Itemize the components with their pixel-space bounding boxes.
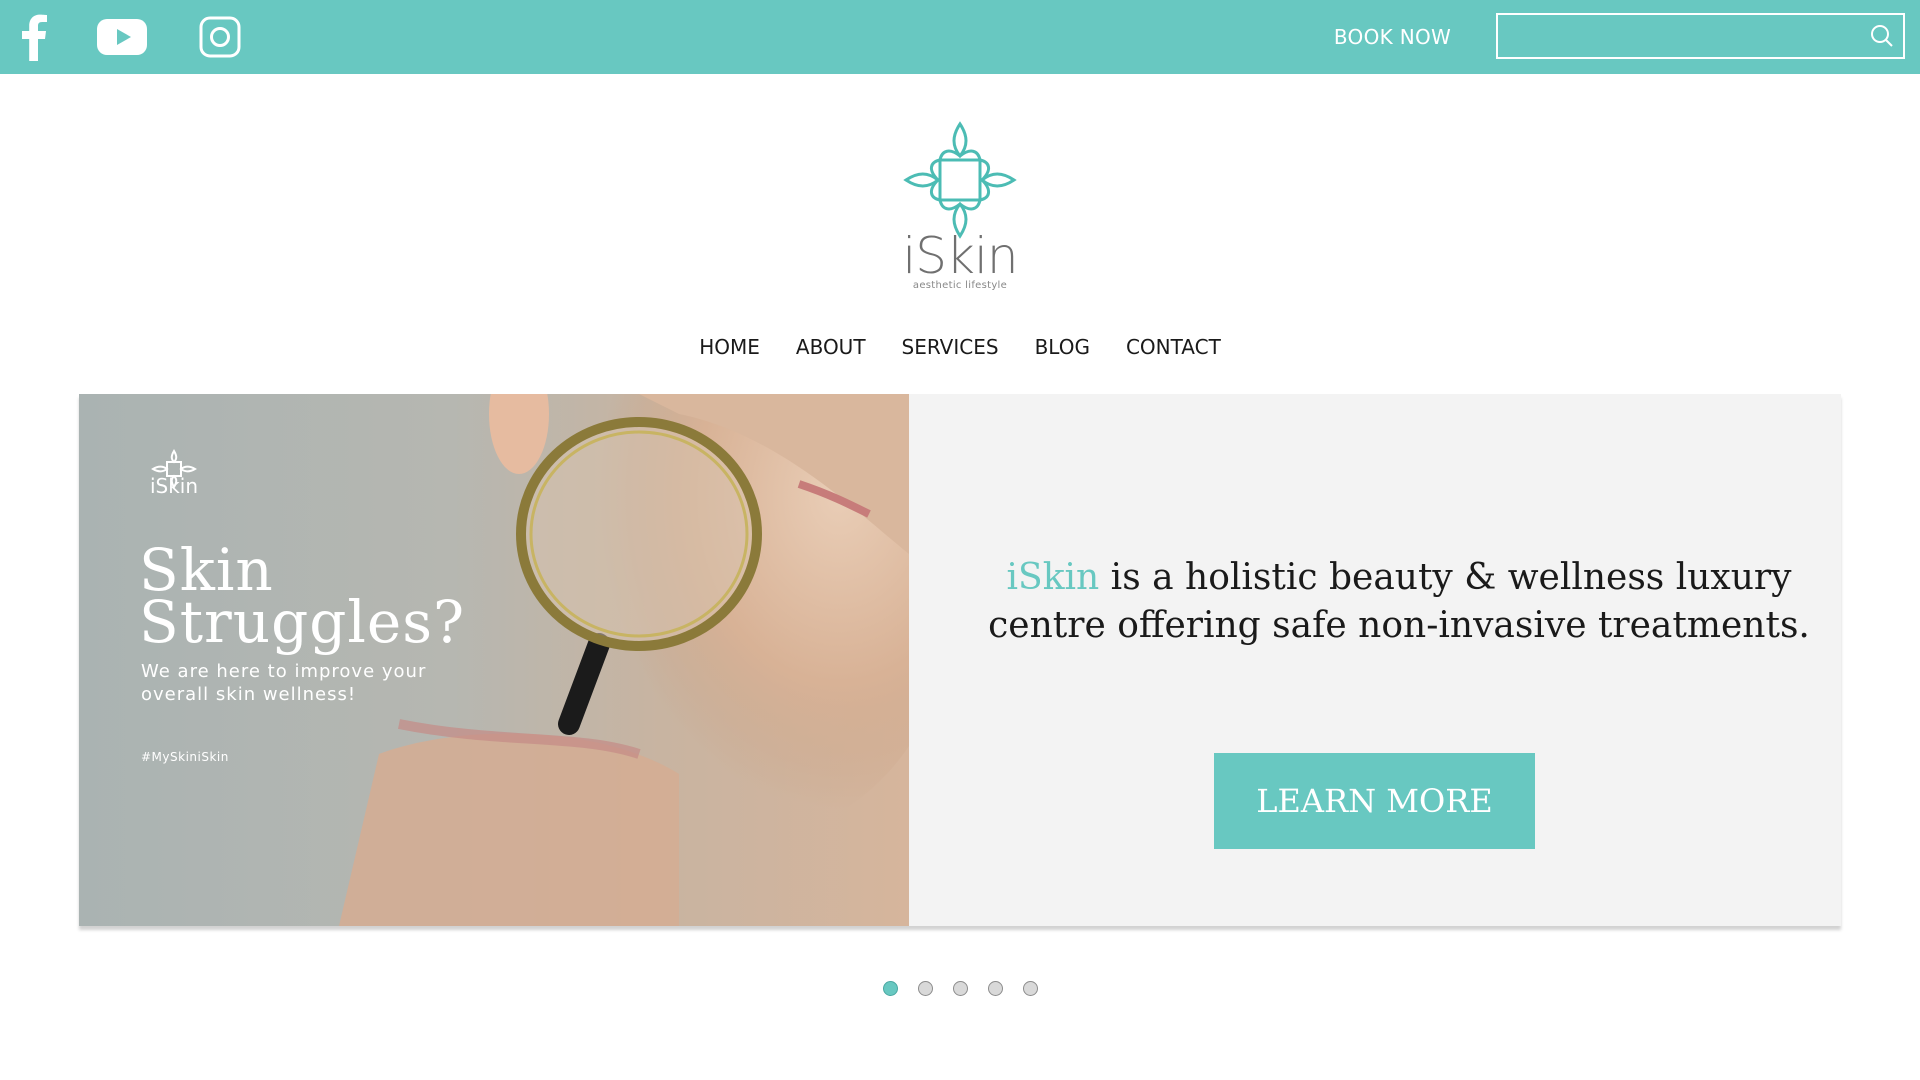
main-nav: HOME ABOUT SERVICES BLOG CONTACT — [0, 330, 1920, 364]
search-icon[interactable] — [1869, 23, 1895, 49]
youtube-icon[interactable] — [96, 0, 148, 74]
slider-dot-4[interactable] — [987, 981, 1003, 996]
mini-logo-wordmark: iSkin — [149, 474, 199, 498]
slide-headline-line2: Struggles? — [139, 588, 466, 656]
learn-more-button[interactable]: LEARN MORE — [1214, 753, 1535, 849]
slider-dot-1[interactable] — [882, 981, 898, 996]
nav-item-home[interactable]: HOME — [681, 330, 778, 364]
search-input[interactable] — [1498, 15, 1858, 57]
nav-item-contact[interactable]: CONTACT — [1108, 330, 1239, 364]
hero-description: iSkin is a holistic beauty & wellness lu… — [979, 554, 1819, 650]
site-logo[interactable]: iSkin aesthetic lifestyle — [896, 120, 1024, 298]
slider-pagination — [0, 981, 1920, 996]
hero-slide: iSkin Skin Struggles? We are here to imp… — [79, 394, 1841, 926]
slider-dot-3[interactable] — [952, 981, 968, 996]
slider-dot-2[interactable] — [917, 981, 933, 996]
slide-subline: We are here to improve your overall skin… — [141, 661, 427, 705]
top-bar: BOOK NOW — [0, 0, 1920, 74]
slider-dot-5[interactable] — [1022, 981, 1038, 996]
logo-wordmark: iSkin — [902, 227, 1018, 285]
hero-brand-name: iSkin — [1006, 557, 1100, 598]
nav-item-blog[interactable]: BLOG — [1017, 330, 1108, 364]
nav-item-services[interactable]: SERVICES — [884, 330, 1017, 364]
instagram-icon[interactable] — [198, 0, 242, 74]
book-now-link[interactable]: BOOK NOW — [1320, 0, 1465, 74]
logo-emblem-icon — [903, 121, 1017, 239]
slide-hashtag: #MySkiniSkin — [141, 750, 229, 764]
facebook-icon[interactable] — [14, 0, 54, 74]
hero-description-text: is a holistic beauty & wellness luxury c… — [988, 557, 1810, 646]
logo-tagline: aesthetic lifestyle — [912, 280, 1008, 291]
nav-item-about[interactable]: ABOUT — [778, 330, 884, 364]
slide-headline: Skin Struggles? — [139, 541, 466, 656]
search-box — [1496, 13, 1905, 59]
hero-image: iSkin Skin Struggles? We are here to imp… — [79, 394, 909, 926]
